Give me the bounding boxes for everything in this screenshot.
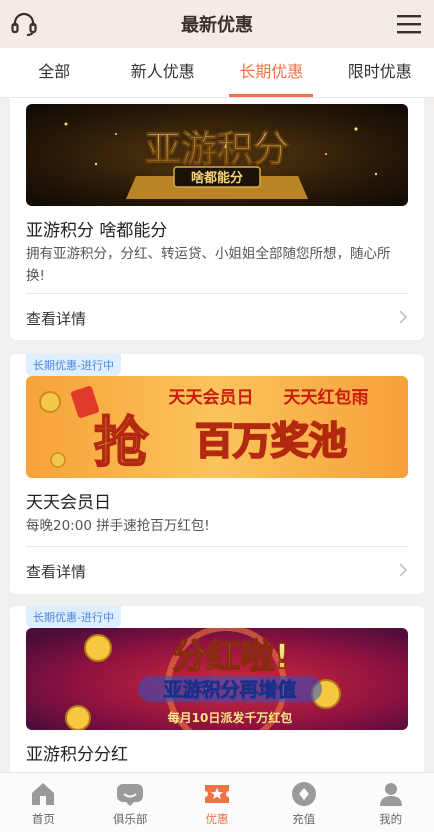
- hamburger-menu-icon[interactable]: [396, 13, 422, 35]
- promo-banner-member-day[interactable]: 天天会员日 天天红包雨 抢 百万奖池: [26, 376, 408, 478]
- promo-card-member-day[interactable]: 长期优惠-进行中 天天会员日 天天红包雨 抢 百万奖池 天天会员日 每晚20:0…: [10, 354, 424, 594]
- nav-club[interactable]: 俱乐部: [87, 773, 174, 832]
- category-tabs: 全部 新人优惠 长期优惠 限时优惠: [0, 48, 434, 98]
- banner-grab-text: 抢: [94, 411, 149, 474]
- promo-banner-dividend[interactable]: 分红啦! 亚游积分再增值 每月10日派发千万红包: [26, 628, 408, 730]
- nav-home[interactable]: 首页: [0, 773, 87, 832]
- promo-description: 拥有亚游积分，分红、转运贷、小姐姐全部随您所想，随心所换!: [26, 246, 391, 284]
- ticket-icon: [204, 785, 229, 803]
- promo-description: 每晚20:00 拼手速抢百万红包!: [26, 518, 210, 534]
- chevron-right-icon[interactable]: [398, 562, 408, 578]
- promo-title: 天天会员日: [26, 493, 111, 513]
- nav-recharge[interactable]: 充值: [260, 773, 347, 832]
- tab-all[interactable]: 全部: [0, 48, 109, 97]
- diamond-coin-icon: [291, 782, 316, 806]
- banner-line1b-text: 天天红包雨: [284, 387, 369, 408]
- banner-dividend-subtitle: 亚游积分再增值: [163, 678, 296, 701]
- headset-icon[interactable]: [10, 11, 38, 37]
- banner-title-text: 亚游积分: [145, 129, 289, 170]
- promo-card-dividend[interactable]: 长期优惠-进行中 分红啦! 亚游积分再增值 每月10日派发千万红包 亚游积分分红: [10, 606, 424, 772]
- nav-profile[interactable]: 我的: [347, 773, 434, 832]
- view-details-link[interactable]: 查看详情: [26, 561, 86, 582]
- status-badge: 长期优惠-进行中: [26, 606, 121, 628]
- chat-bubble-icon: [117, 784, 144, 806]
- tab-limited-time[interactable]: 限时优惠: [326, 48, 434, 97]
- promo-banner-points[interactable]: 亚游积分 啥都能分: [26, 104, 408, 206]
- view-details-link[interactable]: 查看详情: [26, 308, 86, 329]
- banner-subtitle-text: 啥都能分: [191, 170, 243, 186]
- banner-jackpot-text: 百万奖池: [195, 419, 347, 463]
- bottom-navigation: 首页 俱乐部 优惠 充值 我的: [0, 772, 434, 832]
- status-badge: 长期优惠-进行中: [26, 354, 121, 376]
- promo-card-points[interactable]: 亚游积分 啥都能分 亚游积分 啥都能分 拥有亚游积分，分红、转运贷、小姐姐全部随…: [10, 98, 424, 340]
- top-header: 最新优惠: [0, 0, 434, 48]
- tab-long-term[interactable]: 长期优惠: [217, 48, 326, 97]
- home-icon: [32, 783, 55, 805]
- promo-title: 亚游积分 啥都能分: [26, 221, 168, 241]
- nav-promotions[interactable]: 优惠: [174, 773, 261, 832]
- banner-line1-text: 天天会员日: [169, 387, 254, 408]
- user-icon: [379, 783, 402, 806]
- divider: [26, 546, 408, 547]
- promo-title: 亚游积分分红: [26, 745, 128, 765]
- banner-dividend-note: 每月10日派发千万红包: [168, 710, 293, 725]
- promotions-list: 亚游积分 啥都能分 亚游积分 啥都能分 拥有亚游积分，分红、转运贷、小姐姐全部随…: [0, 98, 434, 772]
- page-title: 最新优惠: [181, 15, 253, 36]
- chevron-right-icon[interactable]: [398, 309, 408, 325]
- tab-newcomer[interactable]: 新人优惠: [109, 48, 218, 97]
- divider: [26, 293, 408, 294]
- banner-dividend-title: 分红啦!: [172, 637, 290, 677]
